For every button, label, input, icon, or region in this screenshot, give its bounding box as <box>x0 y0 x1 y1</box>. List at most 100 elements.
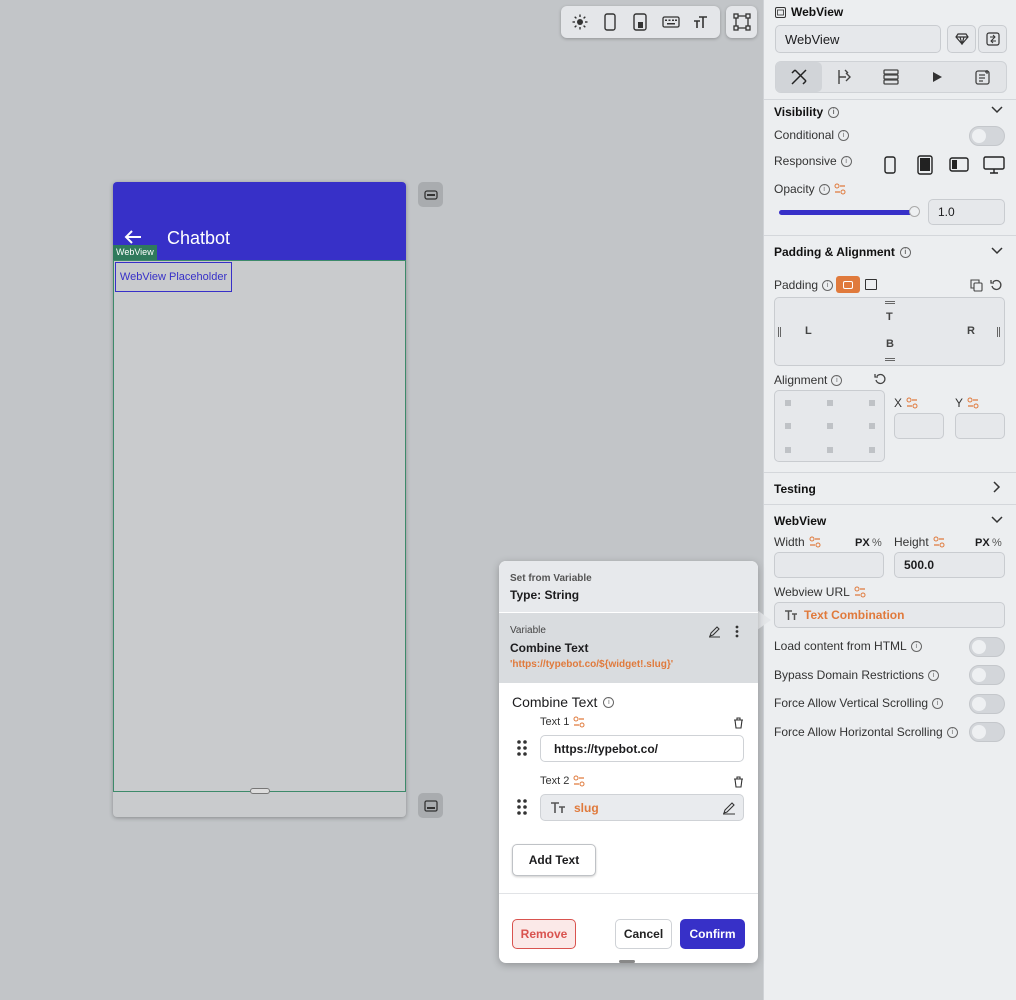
phone-preview: Chatbot WebView WebView Placeholder <box>113 182 406 817</box>
variable-label: Variable <box>510 625 546 636</box>
convert-button[interactable] <box>978 25 1007 53</box>
height-unit-percent[interactable]: % <box>992 537 1002 549</box>
text-type-icon <box>785 609 797 620</box>
copy-icon[interactable] <box>970 279 983 292</box>
conditional-toggle[interactable] <box>969 126 1005 146</box>
opacity-input[interactable]: 1.0 <box>928 199 1005 225</box>
text2-label: Text 2 <box>540 775 585 787</box>
confirm-button[interactable]: Confirm <box>680 919 745 949</box>
trash-icon[interactable] <box>733 776 744 788</box>
info-icon: i <box>899 246 911 258</box>
opacity-slider[interactable] <box>779 206 921 217</box>
slider-thumb[interactable] <box>909 206 921 217</box>
diamond-icon <box>954 33 969 45</box>
property-tabs <box>775 61 1007 93</box>
resize-handle[interactable] <box>250 788 270 794</box>
notes-icon <box>975 70 990 85</box>
align-x-input[interactable] <box>894 413 944 439</box>
tab-animations[interactable] <box>914 62 960 92</box>
drag-handle-icon[interactable] <box>517 740 527 756</box>
tablet-device-icon[interactable] <box>630 12 650 32</box>
padding-top-label: T <box>886 311 893 323</box>
text-size-icon[interactable] <box>691 12 711 32</box>
edit-icon[interactable] <box>722 801 736 815</box>
chevron-down-icon[interactable] <box>991 247 1003 255</box>
actions-icon <box>838 69 851 84</box>
webview-widget[interactable]: WebView Placeholder <box>113 260 406 792</box>
tablet-landscape-visibility-icon[interactable] <box>949 157 969 172</box>
light-mode-icon[interactable] <box>570 12 590 32</box>
tools-icon <box>791 69 807 85</box>
tab-actions[interactable] <box>822 62 868 92</box>
back-arrow-icon[interactable] <box>124 229 142 245</box>
combine-text-title: Combine Text i <box>512 694 615 710</box>
add-text-button[interactable]: Add Text <box>512 844 596 876</box>
padding-editor[interactable]: T B L R <box>774 297 1005 366</box>
width-input[interactable] <box>774 552 884 578</box>
desktop-visibility-icon[interactable] <box>983 156 1005 174</box>
drag-handle-icon[interactable] <box>517 799 527 815</box>
more-vertical-icon[interactable] <box>735 625 739 638</box>
webview-url-input[interactable]: Text Combination <box>774 602 1005 628</box>
webview-widget-icon <box>775 6 786 18</box>
popup-header: Set from Variable Type: String <box>499 561 758 612</box>
testing-section-title[interactable]: Testing <box>774 482 816 496</box>
width-unit-px[interactable]: PX <box>855 537 870 549</box>
height-input[interactable]: 500.0 <box>894 552 1005 578</box>
info-icon: i <box>838 129 850 141</box>
popup-drag-handle[interactable] <box>619 960 635 963</box>
chevron-down-icon[interactable] <box>991 516 1003 524</box>
force-vertical-toggle[interactable] <box>969 694 1005 714</box>
remove-button[interactable]: Remove <box>512 919 576 949</box>
appbar-toggle-icon <box>423 189 438 200</box>
variable-icon <box>933 536 945 548</box>
navbar-toggle-icon <box>423 799 438 812</box>
force-horizontal-toggle[interactable] <box>969 722 1005 742</box>
width-unit-percent[interactable]: % <box>872 537 882 549</box>
app-bar: Chatbot WebView <box>113 182 406 260</box>
chevron-right-icon[interactable] <box>993 481 1001 493</box>
phone-visibility-icon[interactable] <box>884 156 896 174</box>
chevron-down-icon[interactable] <box>991 106 1003 114</box>
padding-label: Padding i <box>774 278 834 292</box>
webview-placeholder: WebView Placeholder <box>115 262 232 292</box>
premium-button[interactable] <box>947 25 976 53</box>
reset-icon[interactable] <box>990 279 1002 291</box>
tab-properties[interactable] <box>776 62 822 92</box>
widget-tree-button[interactable] <box>726 6 757 38</box>
toggle-navbar-button[interactable] <box>418 793 443 818</box>
keyboard-icon[interactable] <box>661 12 681 32</box>
widget-name-input[interactable]: WebView <box>775 25 941 53</box>
info-icon: i <box>946 726 958 738</box>
text2-input[interactable]: slug <box>540 794 744 821</box>
webview-section-title[interactable]: WebView <box>774 514 826 528</box>
padding-uniform-toggle[interactable] <box>836 276 860 293</box>
tab-backend-query[interactable] <box>868 62 914 92</box>
bypass-domain-label: Bypass Domain Restrictions i <box>774 668 940 682</box>
cancel-button[interactable]: Cancel <box>615 919 672 949</box>
variable-icon <box>906 397 918 409</box>
alignment-grid[interactable] <box>774 390 885 462</box>
variable-icon <box>834 183 846 195</box>
tab-notes[interactable] <box>960 62 1006 92</box>
edit-icon[interactable] <box>708 625 721 638</box>
text1-input[interactable]: https://typebot.co/ <box>540 735 744 762</box>
variable-type: Type: String <box>510 588 580 602</box>
align-y-label: Y <box>955 396 979 410</box>
bypass-domain-toggle[interactable] <box>969 665 1005 685</box>
convert-icon <box>985 32 1000 46</box>
toggle-appbar-button[interactable] <box>418 182 443 207</box>
visibility-section-title[interactable]: Visibility i <box>774 105 840 119</box>
padding-alignment-title[interactable]: Padding & Alignment i <box>774 245 911 259</box>
reset-icon[interactable] <box>874 373 886 385</box>
trash-icon[interactable] <box>733 717 744 729</box>
align-y-input[interactable] <box>955 413 1005 439</box>
phone-device-icon[interactable] <box>600 12 620 32</box>
set-variable-popup: Set from Variable Type: String Variable … <box>499 561 758 963</box>
height-unit-px[interactable]: PX <box>975 537 990 549</box>
padding-right-label: R <box>967 325 975 337</box>
padding-sides-icon[interactable] <box>865 279 877 290</box>
properties-panel: WebView WebView Visibility i Conditional i… <box>763 0 1016 1000</box>
tablet-visibility-icon[interactable] <box>917 155 933 175</box>
load-html-toggle[interactable] <box>969 637 1005 657</box>
